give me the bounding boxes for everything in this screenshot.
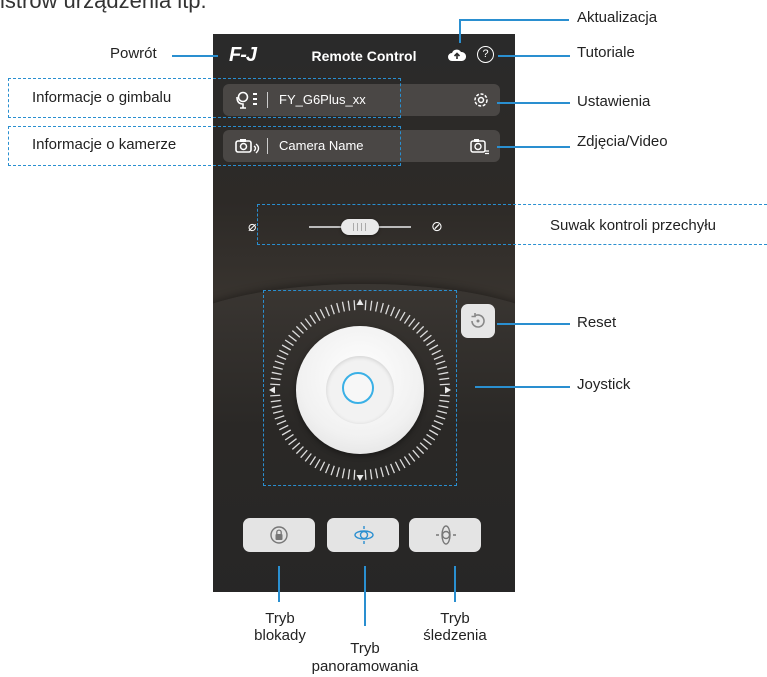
photo-video-icon[interactable]	[470, 137, 490, 158]
reset-icon	[468, 311, 488, 336]
annotation-joystick: Joystick	[577, 376, 631, 393]
annotation-line	[459, 19, 461, 43]
annotation-reset: Reset	[577, 314, 617, 331]
annotation-settings: Ustawienia	[577, 93, 651, 110]
label-line: Tryb	[265, 610, 295, 627]
annotation-line	[278, 566, 280, 602]
joystick-outline	[263, 290, 457, 486]
lock-mode-icon	[270, 526, 288, 544]
annotation-line	[497, 146, 570, 148]
annotation-line	[454, 566, 456, 602]
pan-mode-button[interactable]	[327, 518, 399, 552]
annotation-tutorials: Tutoriale	[577, 44, 635, 61]
annotation-update: Aktualizacja	[577, 9, 658, 26]
annotation-line	[475, 386, 570, 388]
annotation-pan-mode: Tryb panoramowania	[300, 640, 430, 676]
annotation-photo-video: Zdjęcia/Video	[577, 133, 668, 150]
annotation-camera-info: Informacje o kamerze	[32, 136, 177, 153]
annotation-tilt-slider: Suwak kontroli przechyłu	[550, 217, 716, 234]
tracking-mode-button[interactable]	[409, 518, 481, 552]
cloud-upload-icon[interactable]	[448, 48, 467, 67]
annotation-line	[497, 323, 570, 325]
annotation-line	[172, 55, 218, 57]
reset-button[interactable]	[461, 304, 495, 338]
tracking-mode-icon	[436, 525, 456, 545]
page-title: Remote Control	[311, 48, 417, 64]
gear-icon[interactable]	[472, 91, 490, 112]
pan-mode-icon	[354, 526, 374, 544]
annotation-lock-mode: Tryb blokady	[230, 610, 330, 644]
label-line: Tryb	[440, 610, 470, 627]
help-icon[interactable]: ?	[477, 46, 494, 63]
annotation-line	[364, 566, 366, 626]
annotation-back: Powrót	[110, 45, 157, 62]
annotation-gimbal-info: Informacje o gimbalu	[32, 89, 172, 106]
annotation-line	[459, 19, 569, 21]
annotation-line	[497, 102, 570, 104]
label-line: panoramowania	[311, 658, 419, 675]
lock-mode-button[interactable]	[243, 518, 315, 552]
label-line: śledzenia	[423, 627, 487, 644]
annotation-track-mode: Tryb śledzenia	[405, 610, 505, 644]
partial-header-text: istrów urządzenia itp.	[0, 0, 207, 13]
annotation-line	[498, 55, 570, 57]
tilt-min-icon: ⌀	[248, 218, 257, 234]
